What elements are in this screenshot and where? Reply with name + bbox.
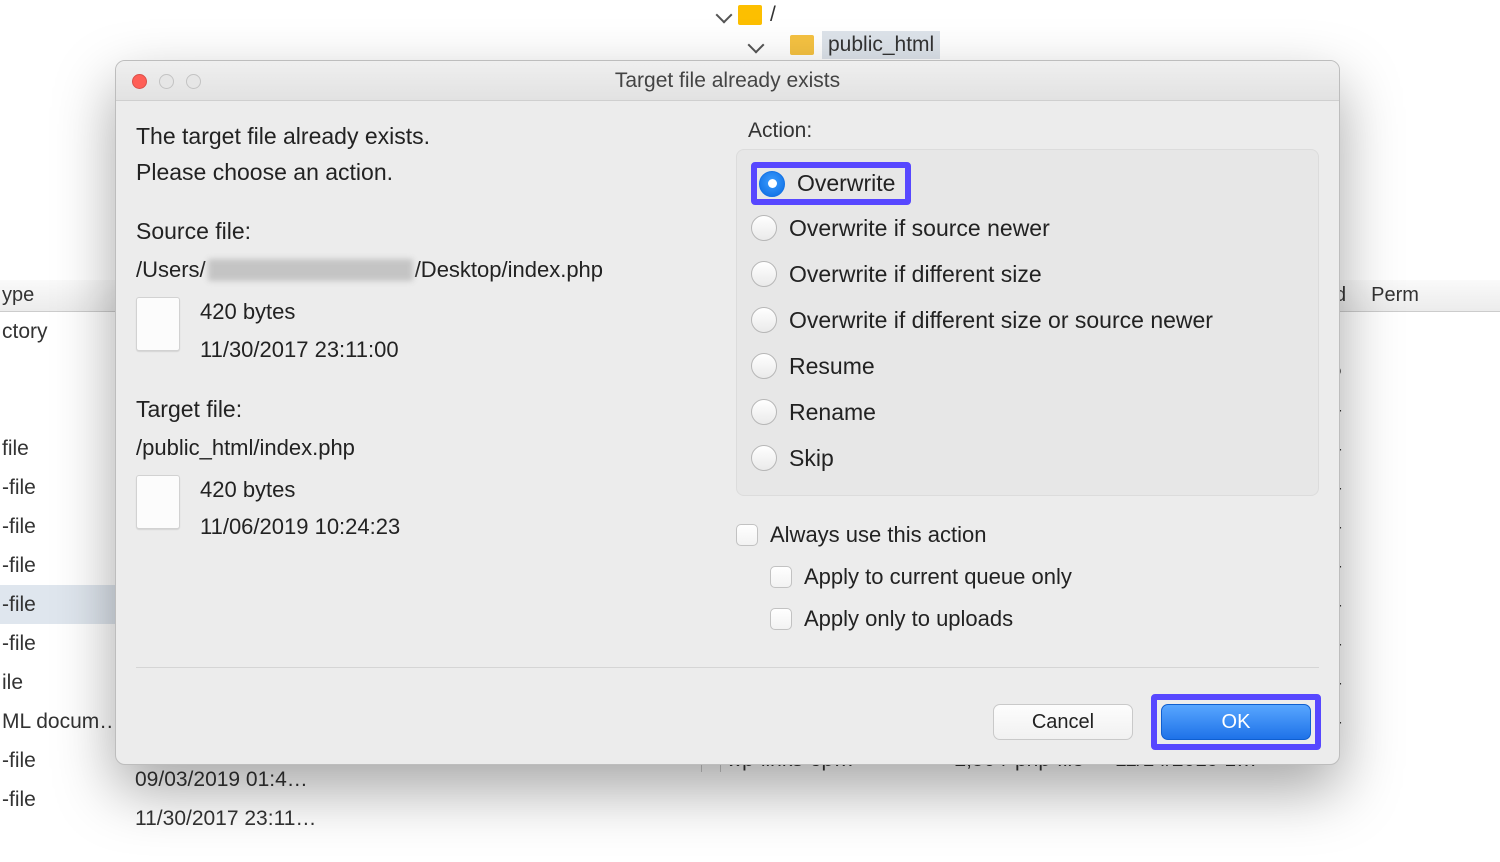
left-dates-column: 09/03/2019 01:4… 11/30/2017 23:11… [135, 760, 435, 838]
dialog-divider [136, 667, 1319, 668]
target-file-date: 11/06/2019 10:24:23 [200, 508, 400, 545]
radio-overwrite-diffsize[interactable]: Overwrite if different size [751, 251, 1304, 297]
highlight-ok: OK [1151, 694, 1321, 750]
left-type-item [0, 351, 115, 390]
dialog-title: Target file already exists [116, 69, 1339, 93]
radio-icon [751, 445, 777, 471]
radio-icon [751, 261, 777, 287]
radio-icon [751, 307, 777, 333]
highlight-overwrite: Overwrite [751, 162, 911, 205]
left-type-item: ile [0, 663, 115, 702]
radio-rename[interactable]: Rename [751, 389, 1304, 435]
left-type-item: -file [0, 741, 115, 780]
left-type-item: -file [0, 468, 115, 507]
check-apply-queue[interactable]: Apply to current queue only [770, 556, 1319, 598]
target-file-path: /public_html/index.php [136, 435, 736, 461]
check-always-use[interactable]: Always use this action [736, 514, 1319, 556]
left-type-item: -file [0, 780, 115, 819]
left-type-item: -file [0, 624, 115, 663]
left-type-column: ctory file -file -file -file -file -file… [0, 312, 115, 819]
col-header-perm[interactable]: Perm [1371, 284, 1419, 307]
tree-root-label[interactable]: / [770, 3, 776, 27]
checkbox-icon [770, 608, 792, 630]
radio-icon [759, 171, 785, 197]
left-type-item: -file [0, 507, 115, 546]
left-type-item: ML docum… [0, 702, 115, 741]
file-icon [136, 297, 180, 351]
dialog-titlebar: Target file already exists [116, 61, 1339, 101]
tree-public-html[interactable]: public_html [822, 31, 940, 59]
checkbox-icon [736, 524, 758, 546]
dialog-message: The target file already exists. Please c… [136, 119, 736, 190]
redacted-username [208, 259, 413, 281]
left-type-item: file [0, 429, 115, 468]
source-file-path: /Users//Desktop/index.php [136, 257, 736, 283]
checkbox-icon [770, 566, 792, 588]
radio-overwrite-diffsize-newer[interactable]: Overwrite if different size or source ne… [751, 297, 1304, 343]
source-file-date: 11/30/2017 23:11:00 [200, 331, 399, 368]
target-file-label: Target file: [136, 396, 736, 423]
left-type-item: -file [0, 546, 115, 585]
ok-button[interactable]: OK [1161, 704, 1311, 740]
left-date-item: 11/30/2017 23:11… [135, 799, 435, 838]
radio-overwrite-newer[interactable]: Overwrite if source newer [751, 205, 1304, 251]
radio-icon [751, 399, 777, 425]
source-file-label: Source file: [136, 218, 736, 245]
left-type-header: ype [0, 280, 115, 312]
left-type-item: ctory [0, 312, 115, 351]
window-zoom-button[interactable] [186, 74, 201, 89]
conflict-dialog: Target file already exists The target fi… [115, 60, 1340, 765]
left-type-item: -file [0, 585, 115, 624]
radio-skip[interactable]: Skip [751, 435, 1304, 481]
window-close-button[interactable] [132, 74, 147, 89]
window-minimize-button[interactable] [159, 74, 174, 89]
radio-resume[interactable]: Resume [751, 343, 1304, 389]
left-date-item: 09/03/2019 01:4… [135, 760, 435, 799]
action-group: Overwrite Overwrite if source newer Over… [736, 149, 1319, 496]
remote-tree: / public_html [710, 0, 1210, 60]
radio-icon [751, 215, 777, 241]
action-label: Action: [748, 119, 1319, 143]
radio-overwrite[interactable]: Overwrite [759, 170, 895, 197]
target-file-size: 420 bytes [200, 471, 400, 508]
file-icon [136, 475, 180, 529]
left-type-item [0, 390, 115, 429]
cancel-button[interactable]: Cancel [993, 704, 1133, 740]
check-apply-uploads[interactable]: Apply only to uploads [770, 598, 1319, 640]
radio-icon [751, 353, 777, 379]
source-file-size: 420 bytes [200, 293, 399, 330]
